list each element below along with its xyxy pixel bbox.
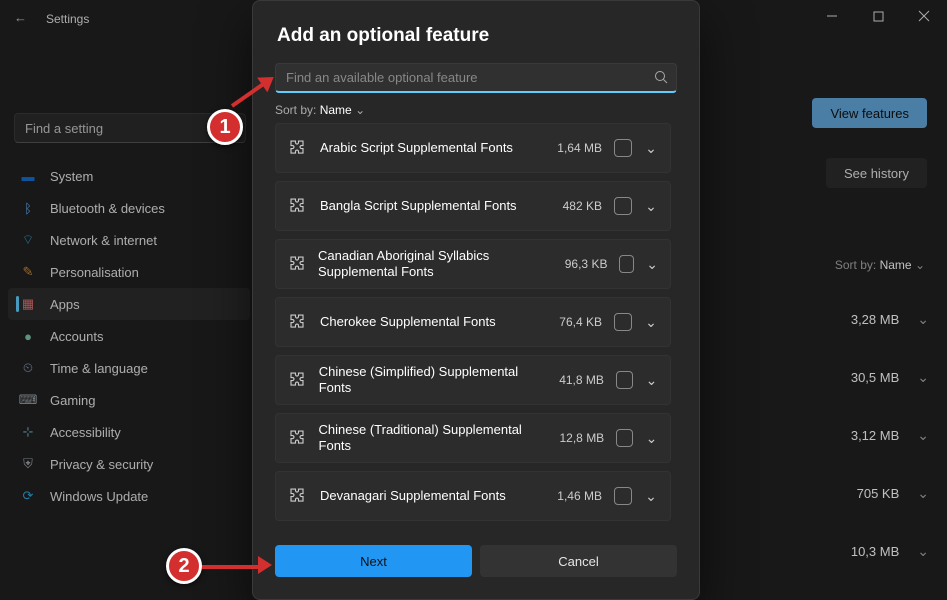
puzzle-icon	[288, 370, 307, 390]
dialog-search-placeholder: Find an available optional feature	[286, 70, 478, 85]
chevron-down-icon[interactable]: ⌄	[644, 314, 658, 331]
feature-size: 482 KB	[546, 199, 602, 213]
feature-size: 1,64 MB	[546, 141, 602, 155]
puzzle-icon	[288, 138, 308, 158]
chevron-down-icon[interactable]: ⌄	[646, 256, 658, 273]
feature-label: Chinese (Traditional) Supplemental Fonts	[319, 422, 541, 453]
feature-checkbox[interactable]	[614, 197, 632, 215]
cancel-button[interactable]: Cancel	[480, 545, 677, 577]
feature-size: 96,3 KB	[563, 257, 608, 271]
chevron-down-icon[interactable]: ⌄	[645, 430, 658, 447]
feature-checkbox[interactable]	[616, 429, 633, 447]
puzzle-icon	[288, 254, 306, 274]
feature-row[interactable]: Chinese (Simplified) Supplemental Fonts 4…	[275, 355, 671, 405]
chevron-down-icon[interactable]: ⌄	[644, 198, 658, 215]
feature-label: Canadian Aboriginal Syllabics Supplement…	[318, 248, 551, 279]
feature-row[interactable]: Arabic Script Supplemental Fonts 1,64 MB ⌄	[275, 123, 671, 173]
feature-row[interactable]: Cherokee Supplemental Fonts 76,4 KB ⌄	[275, 297, 671, 347]
feature-checkbox[interactable]	[614, 487, 632, 505]
chevron-down-icon[interactable]: ⌄	[644, 140, 658, 157]
dialog-title: Add an optional feature	[253, 1, 699, 59]
feature-size: 1,46 MB	[546, 489, 602, 503]
feature-size: 41,8 MB	[551, 373, 603, 387]
chevron-down-icon: ⌄	[355, 103, 365, 117]
dialog-search-input[interactable]: Find an available optional feature	[275, 63, 677, 93]
feature-size: 76,4 KB	[546, 315, 602, 329]
feature-checkbox[interactable]	[614, 313, 632, 331]
feature-label: Cherokee Supplemental Fonts	[320, 314, 534, 330]
feature-row[interactable]: Canadian Aboriginal Syllabics Supplement…	[275, 239, 671, 289]
puzzle-icon	[288, 196, 308, 216]
puzzle-icon	[288, 428, 307, 448]
next-button[interactable]: Next	[275, 545, 472, 577]
search-icon	[654, 70, 668, 87]
feature-checkbox[interactable]	[619, 255, 634, 273]
puzzle-icon	[288, 486, 308, 506]
chevron-down-icon[interactable]: ⌄	[645, 372, 658, 389]
feature-checkbox[interactable]	[616, 371, 633, 389]
chevron-down-icon[interactable]: ⌄	[644, 488, 658, 505]
feature-label: Arabic Script Supplemental Fonts	[320, 140, 534, 156]
feature-row[interactable]: Devanagari Supplemental Fonts 1,46 MB ⌄	[275, 471, 671, 521]
feature-label: Devanagari Supplemental Fonts	[320, 488, 534, 504]
dialog-sort[interactable]: Sort by: Name ⌄	[253, 93, 699, 123]
feature-checkbox[interactable]	[614, 139, 632, 157]
puzzle-icon	[288, 312, 308, 332]
feature-row[interactable]: Chinese (Traditional) Supplemental Fonts…	[275, 413, 671, 463]
feature-row[interactable]: Bangla Script Supplemental Fonts 482 KB ⌄	[275, 181, 671, 231]
feature-size: 12,8 MB	[552, 431, 604, 445]
feature-label: Bangla Script Supplemental Fonts	[320, 198, 534, 214]
feature-label: Chinese (Simplified) Supplemental Fonts	[319, 364, 540, 395]
add-feature-dialog: Add an optional feature Find an availabl…	[252, 0, 700, 600]
